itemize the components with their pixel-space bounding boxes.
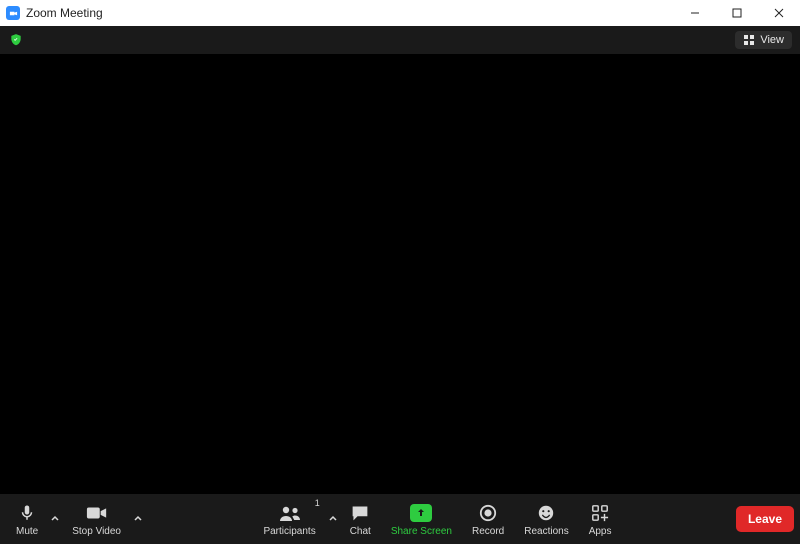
apps-icon	[591, 502, 609, 524]
meeting-window: View Mute Stop Video 1 P	[0, 26, 800, 544]
stop-video-button[interactable]: Stop Video	[62, 496, 131, 542]
share-screen-button[interactable]: Share Screen	[381, 496, 462, 542]
video-area	[0, 54, 800, 494]
reactions-button[interactable]: Reactions	[514, 496, 578, 542]
video-options-caret[interactable]	[131, 496, 145, 542]
reactions-icon	[537, 502, 555, 524]
participants-count: 1	[315, 498, 320, 508]
chat-icon	[350, 502, 370, 524]
apps-button[interactable]: Apps	[579, 496, 622, 542]
mute-options-caret[interactable]	[48, 496, 62, 542]
record-button[interactable]: Record	[462, 496, 514, 542]
reactions-label: Reactions	[524, 526, 568, 537]
grid-icon	[743, 34, 755, 46]
view-label: View	[760, 34, 784, 46]
chat-button[interactable]: Chat	[340, 496, 381, 542]
share-screen-icon	[410, 502, 432, 524]
participants-label: Participants	[263, 526, 315, 537]
share-screen-label: Share Screen	[391, 526, 452, 537]
window-title: Zoom Meeting	[26, 6, 103, 20]
chat-label: Chat	[350, 526, 371, 537]
participants-button[interactable]: 1 Participants	[253, 496, 325, 542]
microphone-icon	[18, 502, 36, 524]
record-label: Record	[472, 526, 504, 537]
meeting-top-strip: View	[0, 26, 800, 54]
meeting-toolbar: Mute Stop Video 1 Participants	[0, 494, 800, 544]
participants-options-caret[interactable]	[326, 496, 340, 542]
leave-button[interactable]: Leave	[736, 506, 794, 532]
window-close-button[interactable]	[758, 0, 800, 26]
zoom-app-icon	[6, 6, 20, 20]
video-camera-icon	[86, 502, 108, 524]
window-minimize-button[interactable]	[674, 0, 716, 26]
view-button[interactable]: View	[735, 31, 792, 49]
participants-icon	[278, 502, 302, 524]
mute-button[interactable]: Mute	[6, 496, 48, 542]
apps-label: Apps	[589, 526, 612, 537]
window-titlebar: Zoom Meeting	[0, 0, 800, 26]
window-maximize-button[interactable]	[716, 0, 758, 26]
mute-label: Mute	[16, 526, 38, 537]
record-icon	[479, 502, 497, 524]
stop-video-label: Stop Video	[72, 526, 121, 537]
encryption-shield-icon[interactable]	[8, 32, 24, 48]
